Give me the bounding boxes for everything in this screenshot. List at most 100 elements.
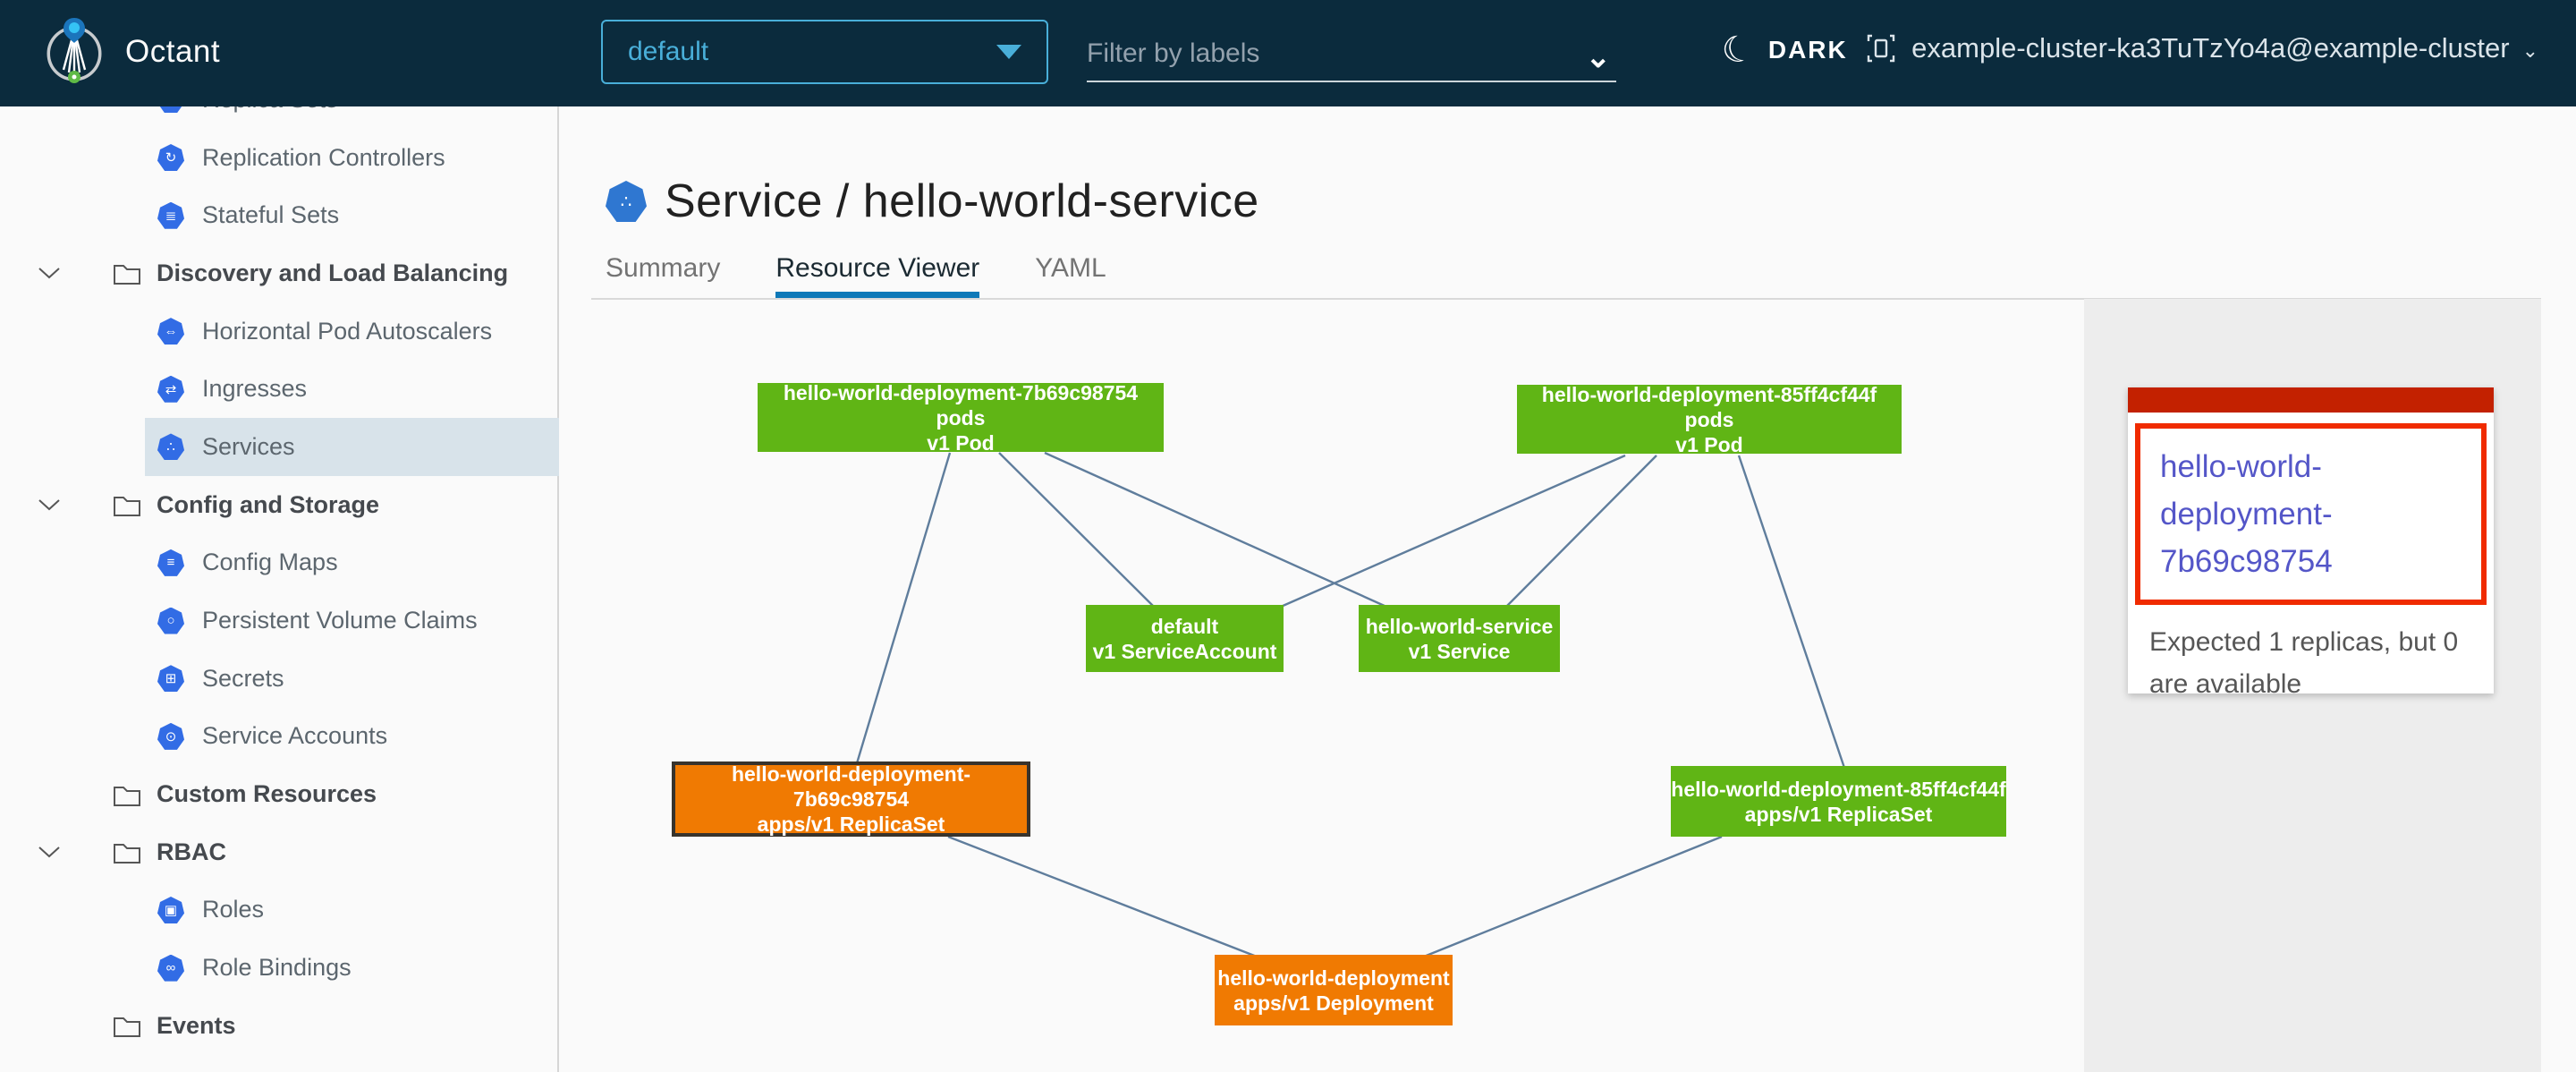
node-title: hello-world-deployment	[1217, 966, 1449, 991]
cluster-icon	[1863, 30, 1899, 66]
node-subtitle: apps/v1 Deployment	[1233, 991, 1434, 1016]
sidebar-item-secrets[interactable]: ⊞ Secrets	[145, 650, 559, 708]
role-icon: ▣	[157, 897, 184, 923]
sidebar-group-label: Events	[157, 1012, 236, 1040]
node-title: hello-world-service	[1366, 614, 1554, 639]
sidebar-group-custom-resources[interactable]: Custom Resources	[0, 765, 557, 823]
sidebar-item-label: Persistent Volume Claims	[202, 607, 478, 634]
sidebar-item-label: Role Bindings	[202, 954, 352, 982]
graph-node-replicaset-85ff4cf44f[interactable]: hello-world-deployment-85ff4cf44f apps/v…	[1671, 766, 2006, 837]
sidebar-group-label: RBAC	[157, 838, 226, 866]
node-subtitle: v1 Pod	[927, 430, 994, 455]
sidebar: ▣ Replica Sets ↻ Replication Controllers…	[0, 0, 559, 1072]
sidebar-item-label: Horizontal Pod Autoscalers	[202, 318, 492, 345]
node-title: default	[1151, 614, 1218, 639]
hpa-icon: ⇔	[157, 318, 184, 345]
pvc-icon: ○	[157, 608, 184, 634]
cluster-context-switcher[interactable]: example-cluster-ka3TuTzYo4a@example-clus…	[1863, 30, 2538, 66]
sidebar-item-label: Replication Controllers	[202, 144, 445, 172]
sidebar-item-label: Ingresses	[202, 375, 307, 403]
statefulset-icon: ≣	[157, 202, 184, 229]
folder-icon	[112, 259, 142, 286]
folder-icon	[112, 1012, 142, 1039]
service-icon: ∴	[157, 433, 184, 460]
folder-icon	[112, 781, 142, 808]
folder-icon	[112, 491, 142, 518]
detail-panel: hello-world-deployment-7b69c98754 Expect…	[2084, 299, 2541, 1072]
node-title: hello-world-deployment-7b69c98754 pods	[758, 380, 1164, 430]
resource-graph: hello-world-deployment-7b69c98754 pods v…	[561, 300, 2086, 1072]
sidebar-item-label: Config Maps	[202, 549, 338, 576]
node-title: hello-world-deployment-85ff4cf44f pods	[1517, 382, 1902, 432]
node-subtitle: apps/v1 ReplicaSet	[1745, 802, 1933, 827]
resource-link[interactable]: hello-world-deployment-7b69c98754	[2160, 449, 2333, 579]
graph-node-deployment-hello-world[interactable]: hello-world-deployment apps/v1 Deploymen…	[1215, 955, 1453, 1025]
sidebar-group-config-and-storage[interactable]: Config and Storage	[0, 476, 557, 534]
replication-controller-icon: ↻	[157, 144, 184, 171]
node-subtitle: apps/v1 ReplicaSet	[758, 812, 945, 837]
sidebar-item-horizontal-pod-autoscalers[interactable]: ⇔ Horizontal Pod Autoscalers	[145, 302, 559, 361]
namespace-dropdown[interactable]: default	[601, 20, 1048, 84]
graph-node-pod-85ff4cf44f[interactable]: hello-world-deployment-85ff4cf44f pods v…	[1517, 385, 1902, 454]
tab-bar: Summary Resource Viewer YAML	[606, 253, 1106, 298]
status-message: Expected 1 replicas, but 0 are available	[2128, 605, 2494, 705]
sidebar-group-rbac[interactable]: RBAC	[0, 823, 557, 881]
sidebar-item-persistent-volume-claims[interactable]: ○ Persistent Volume Claims	[145, 591, 559, 650]
moon-icon: ☾	[1718, 29, 1758, 71]
filter-by-labels-input[interactable]	[1087, 27, 1616, 82]
sidebar-item-role-bindings[interactable]: ∞ Role Bindings	[145, 939, 559, 997]
selected-resource-box: hello-world-deployment-7b69c98754	[2135, 423, 2487, 605]
sidebar-item-services[interactable]: ∴ Services	[145, 418, 559, 476]
node-subtitle: v1 ServiceAccount	[1093, 639, 1277, 664]
node-subtitle: v1 Service	[1409, 639, 1511, 664]
service-account-icon: ⊙	[157, 723, 184, 750]
sidebar-item-label: Stateful Sets	[202, 201, 339, 229]
graph-node-pod-7b69c98754[interactable]: hello-world-deployment-7b69c98754 pods v…	[758, 383, 1164, 452]
graph-node-service-hello-world[interactable]: hello-world-service v1 Service	[1359, 605, 1560, 672]
chevron-down-icon: ⌄	[2522, 39, 2538, 63]
sidebar-item-label: Services	[202, 433, 295, 461]
tab-yaml[interactable]: YAML	[1035, 253, 1106, 298]
sidebar-item-ingresses[interactable]: ⇄ Ingresses	[145, 360, 559, 418]
label-filter: ⌄	[1087, 27, 1616, 82]
namespace-dropdown-value: default	[628, 37, 708, 67]
sidebar-group-label: Custom Resources	[157, 780, 377, 808]
page-title: Service / hello-world-service	[665, 174, 1259, 228]
folder-icon	[112, 838, 142, 865]
tab-resource-viewer[interactable]: Resource Viewer	[775, 253, 979, 298]
chevron-down-icon[interactable]	[38, 498, 64, 512]
sidebar-item-roles[interactable]: ▣ Roles	[145, 881, 559, 940]
sidebar-item-label: Secrets	[202, 665, 284, 693]
sidebar-group-discovery-and-load-balancing[interactable]: Discovery and Load Balancing	[0, 244, 557, 302]
node-title: hello-world-deployment-7b69c98754	[675, 761, 1027, 812]
cluster-context-label: example-cluster-ka3TuTzYo4a@example-clus…	[1911, 32, 2509, 64]
tab-summary[interactable]: Summary	[606, 253, 720, 298]
app-title: Octant	[125, 34, 220, 70]
sidebar-group-label: Discovery and Load Balancing	[157, 259, 508, 287]
node-subtitle: v1 Pod	[1675, 432, 1742, 457]
caret-down-icon	[996, 45, 1021, 59]
secret-icon: ⊞	[157, 665, 184, 692]
sidebar-group-events[interactable]: Events	[0, 997, 557, 1055]
chevron-down-icon[interactable]	[38, 845, 64, 859]
octant-logo-icon	[45, 16, 104, 88]
dark-theme-toggle[interactable]: ☾ DARK	[1722, 32, 1848, 68]
theme-toggle-label: DARK	[1768, 36, 1848, 64]
graph-node-serviceaccount-default[interactable]: default v1 ServiceAccount	[1086, 605, 1284, 672]
graph-node-replicaset-7b69c98754[interactable]: hello-world-deployment-7b69c98754 apps/v…	[672, 761, 1030, 837]
node-title: hello-world-deployment-85ff4cf44f	[1671, 777, 2005, 802]
sidebar-item-label: Roles	[202, 896, 264, 923]
sidebar-item-service-accounts[interactable]: ⊙ Service Accounts	[145, 708, 559, 766]
chevron-down-icon[interactable]	[38, 266, 64, 280]
sidebar-item-label: Service Accounts	[202, 722, 387, 750]
ingress-icon: ⇄	[157, 376, 184, 403]
sidebar-group-label: Config and Storage	[157, 491, 379, 519]
sidebar-item-replication-controllers[interactable]: ↻ Replication Controllers	[145, 129, 559, 187]
sidebar-item-config-maps[interactable]: ≡ Config Maps	[145, 534, 559, 592]
sidebar-nav: ▣ Replica Sets ↻ Replication Controllers…	[0, 71, 557, 1055]
detail-card: hello-world-deployment-7b69c98754 Expect…	[2128, 387, 2494, 693]
role-binding-icon: ∞	[157, 955, 184, 982]
sidebar-item-stateful-sets[interactable]: ≣ Stateful Sets	[145, 186, 559, 244]
configmap-icon: ≡	[157, 549, 184, 576]
error-status-bar	[2128, 387, 2494, 413]
